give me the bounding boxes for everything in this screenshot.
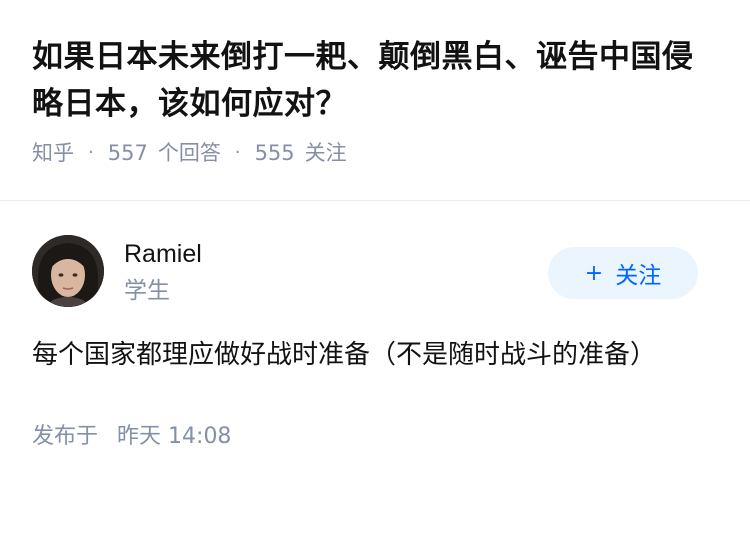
answer-count: 557 xyxy=(107,141,148,165)
publish-time: 14:08 xyxy=(168,424,232,449)
question-meta: 知乎 · 557 个回答 · 555 关注 xyxy=(32,138,718,168)
follow-button-label: 关注 xyxy=(615,263,662,289)
publish-prefix: 发布于 xyxy=(32,424,99,449)
separator-dot: · xyxy=(88,142,94,163)
follower-count: 555 xyxy=(254,141,295,165)
answer-card: Ramiel 学生 + 关注 每个国家都理应做好战时准备（不是随时战斗的准备） … xyxy=(0,235,750,452)
question-header: 如果日本未来倒打一耙、颠倒黑白、诬告中国侵略日本，该如何应对？ 知乎 · 557… xyxy=(0,0,750,166)
publish-day: 昨天 xyxy=(117,424,162,449)
plus-icon: + xyxy=(584,260,604,286)
publish-info: 发布于 昨天 14:08 xyxy=(32,422,718,452)
follow-button[interactable]: + 关注 xyxy=(548,247,698,299)
avatar-image xyxy=(32,235,104,307)
separator-dot: · xyxy=(234,142,241,163)
answer-content[interactable]: 每个国家都理应做好战时准备（不是随时战斗的准备） xyxy=(32,333,718,378)
follower-count-label[interactable]: 关注 xyxy=(305,138,347,168)
author-name[interactable]: Ramiel xyxy=(124,239,202,269)
avatar[interactable] xyxy=(32,235,104,307)
section-divider xyxy=(0,200,750,201)
answer-count-label[interactable]: 个回答 xyxy=(158,138,221,168)
source-label[interactable]: 知乎 xyxy=(32,138,74,168)
author-bio: 学生 xyxy=(124,278,170,304)
author-row: Ramiel 学生 + 关注 xyxy=(32,235,718,335)
question-title[interactable]: 如果日本未来倒打一耙、颠倒黑白、诬告中国侵略日本，该如何应对？ xyxy=(32,34,718,128)
